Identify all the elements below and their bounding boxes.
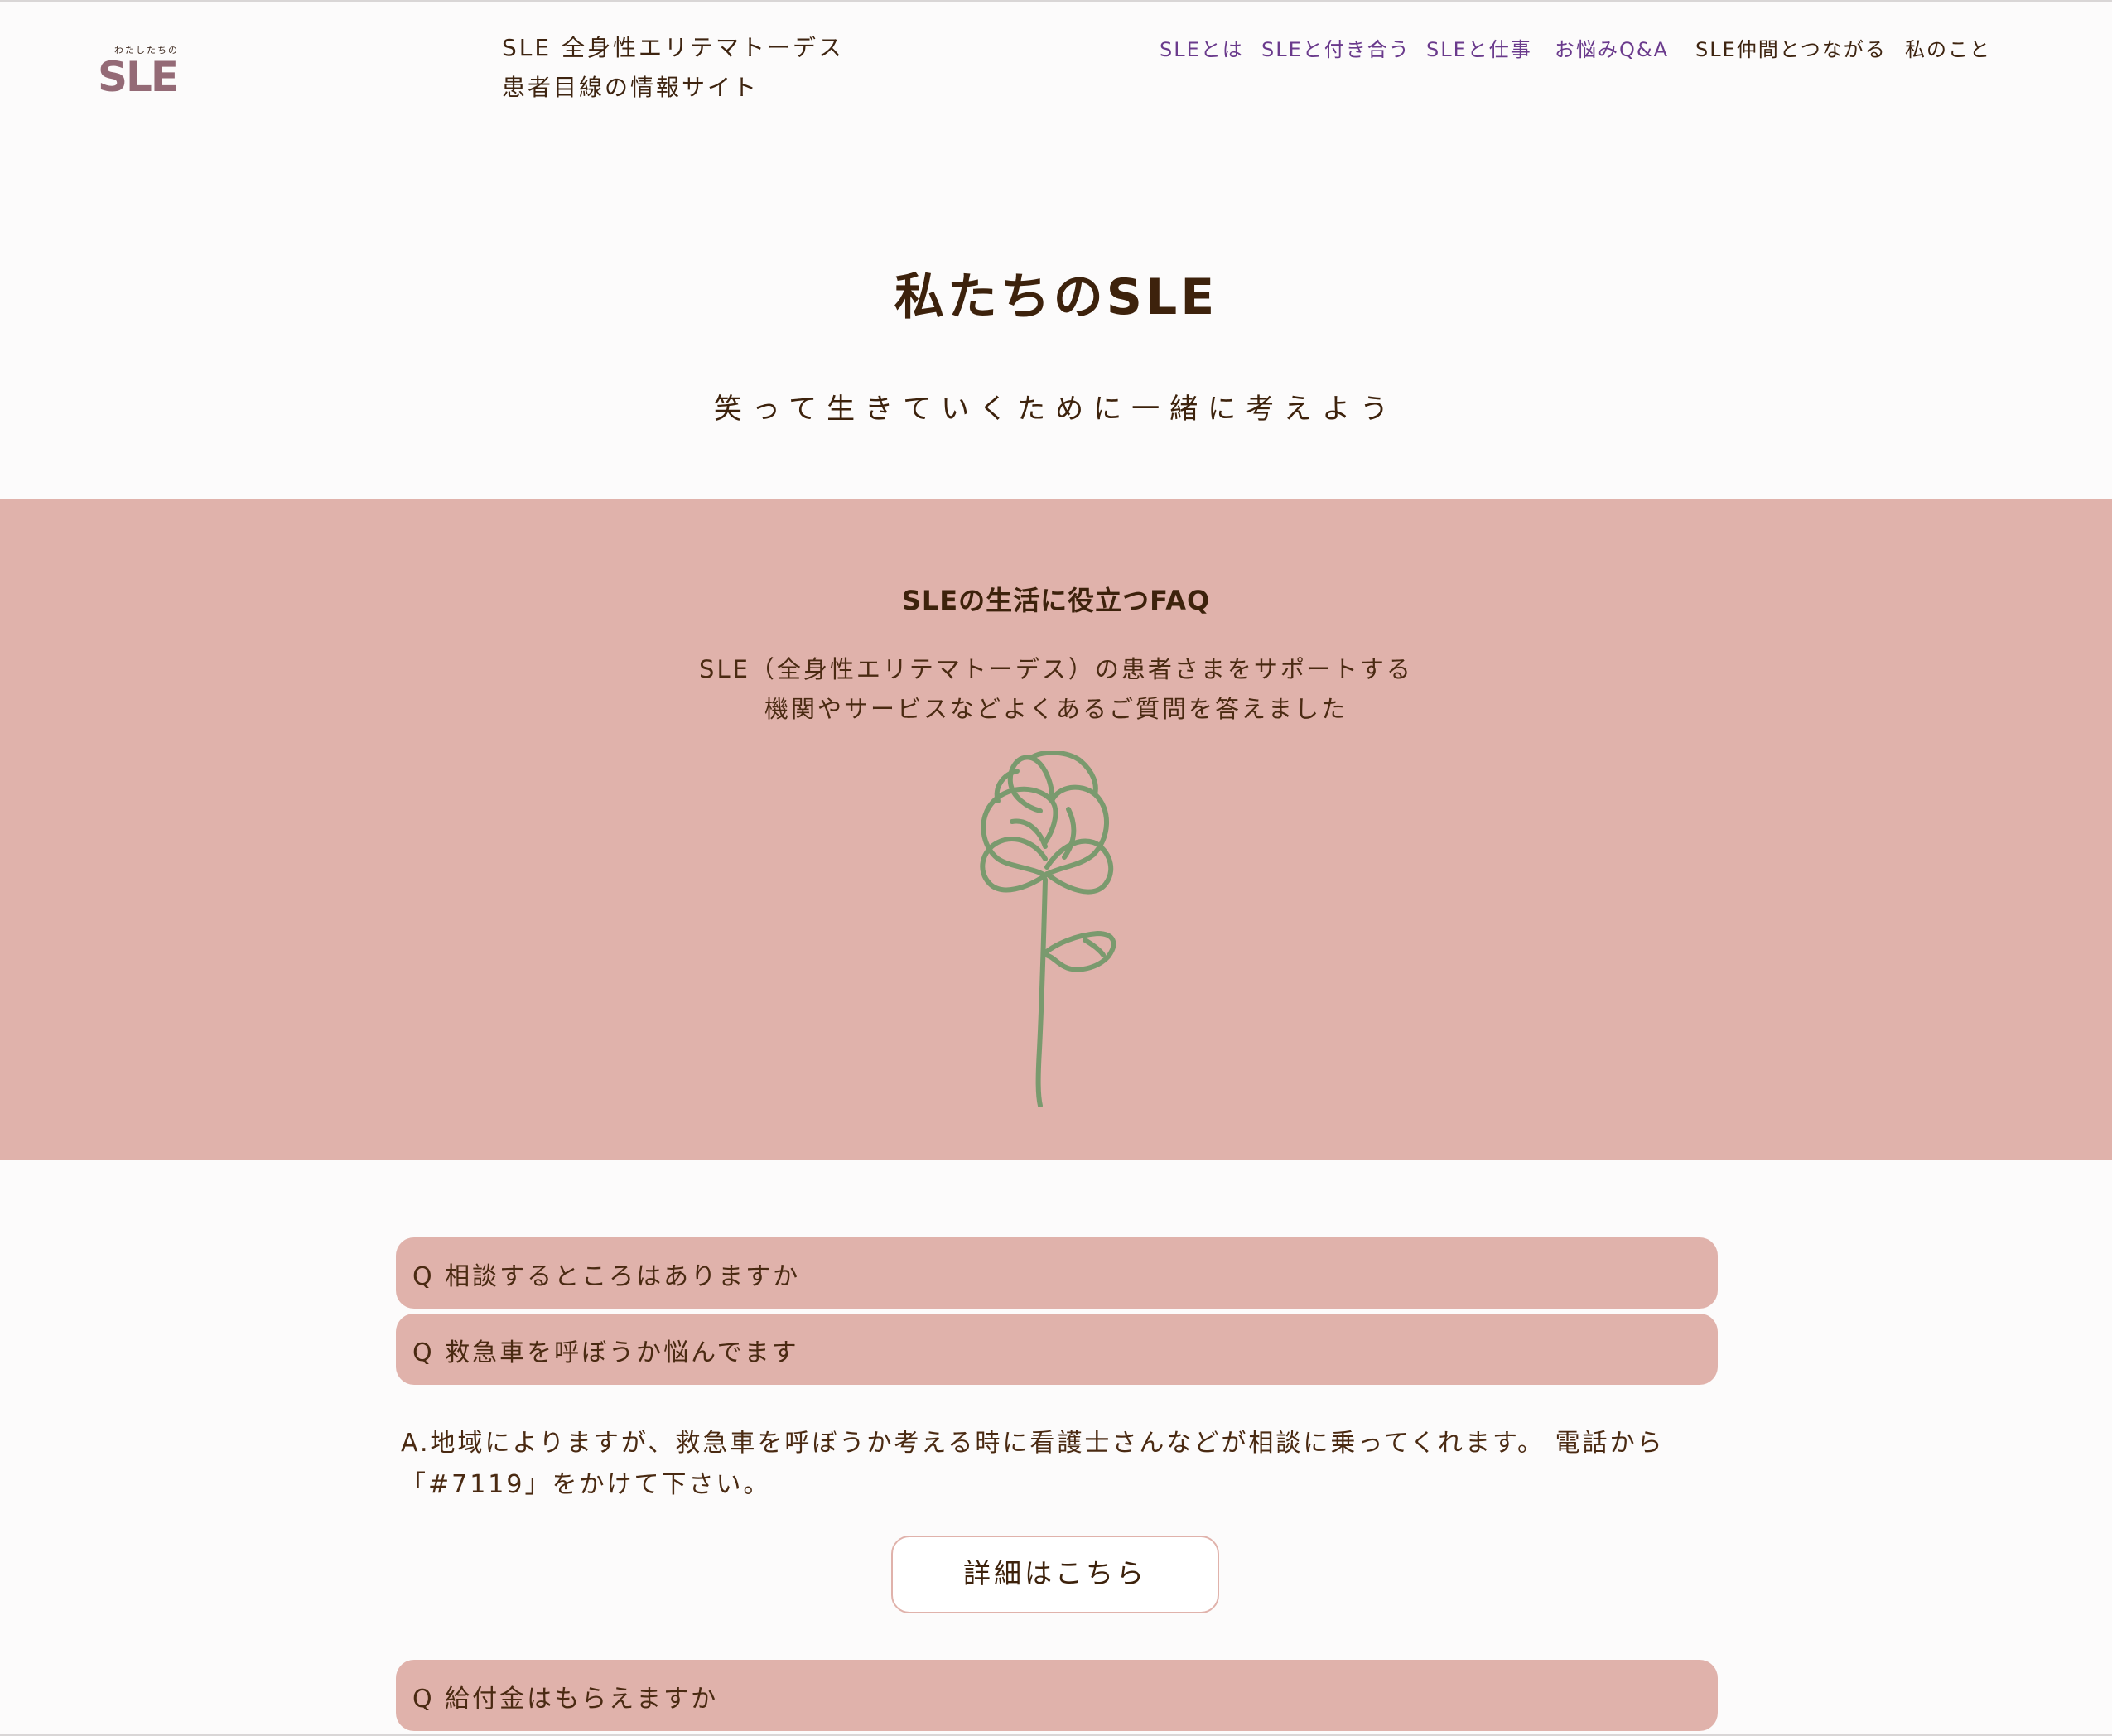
faq-intro-title: SLEの生活に役立つFAQ xyxy=(901,585,1211,616)
main-nav: SLEとは SLEと付き合う SLEと仕事 お悩みQ&A SLE仲間とつながる … xyxy=(1160,33,2112,66)
faq-question-benefits[interactable]: Q 給付金はもらえますか xyxy=(396,1660,1718,1731)
faq-intro-description: SLE（全身性エリテマトーデス）の患者さまをサポートする 機関やサービスなどよく… xyxy=(0,649,2112,729)
faq-question-consult[interactable]: Q 相談するところはありますか xyxy=(396,1237,1718,1309)
nav-item-living-with-sle[interactable]: SLEと付き合う xyxy=(1261,33,1410,62)
faq-question-ambulance[interactable]: Q 救急車を呼ぼうか悩んでます xyxy=(396,1314,1718,1385)
flower-icon xyxy=(980,751,1116,1107)
hero-subtitle: 笑って生きていくために一緒に考えよう xyxy=(713,393,1399,426)
faq-question-text: Q 救急車を呼ぼうか悩んでます xyxy=(412,1338,799,1367)
faq-question-text: Q 相談するところはありますか xyxy=(412,1262,801,1291)
nav-item-about-me[interactable]: 私のこと xyxy=(1905,33,1991,62)
hero-title: 私たちのSLE xyxy=(894,268,1218,326)
nav-item-qa[interactable]: お悩みQ&A xyxy=(1555,33,1669,62)
detail-button[interactable]: 詳細はこちら xyxy=(891,1536,1219,1613)
site-logo[interactable]: わたしたちの SLE xyxy=(98,43,197,103)
faq-answer-line2: 「#7119」をかけて下さい。 xyxy=(401,1470,771,1499)
site-title: SLE 全身性エリテマトーデス 患者目線の情報サイト xyxy=(502,28,844,108)
top-border xyxy=(0,0,2112,2)
nav-item-about-sle[interactable]: SLEとは xyxy=(1160,33,1244,62)
faq-intro-desc-line1: SLE（全身性エリテマトーデス）の患者さまをサポートする xyxy=(699,655,1413,683)
faq-question-text: Q 給付金はもらえますか xyxy=(412,1685,719,1714)
faq-intro-desc-line2: 機関やサービスなどよくあるご質問を答えました xyxy=(764,695,1348,723)
faq-answer: A.地域によりますが、救急車を呼ぼうか考える時に看護士さんなどが相談に乗ってくれ… xyxy=(401,1423,1693,1506)
faq-intro-section: SLEの生活に役立つFAQ SLE（全身性エリテマトーデス）の患者さまをサポート… xyxy=(0,499,2112,1160)
site-title-line2: 患者目線の情報サイト xyxy=(502,74,759,101)
nav-item-sle-and-work[interactable]: SLEと仕事 xyxy=(1426,33,1532,62)
nav-item-connect[interactable]: SLE仲間とつながる xyxy=(1695,33,1887,62)
faq-answer-line1: A.地域によりますが、救急車を呼ぼうか考える時に看護士さんなどが相談に乗ってくれ… xyxy=(401,1429,1665,1458)
site-title-line1: SLE 全身性エリテマトーデス xyxy=(502,34,844,61)
logo-main-text: SLE xyxy=(98,53,179,101)
